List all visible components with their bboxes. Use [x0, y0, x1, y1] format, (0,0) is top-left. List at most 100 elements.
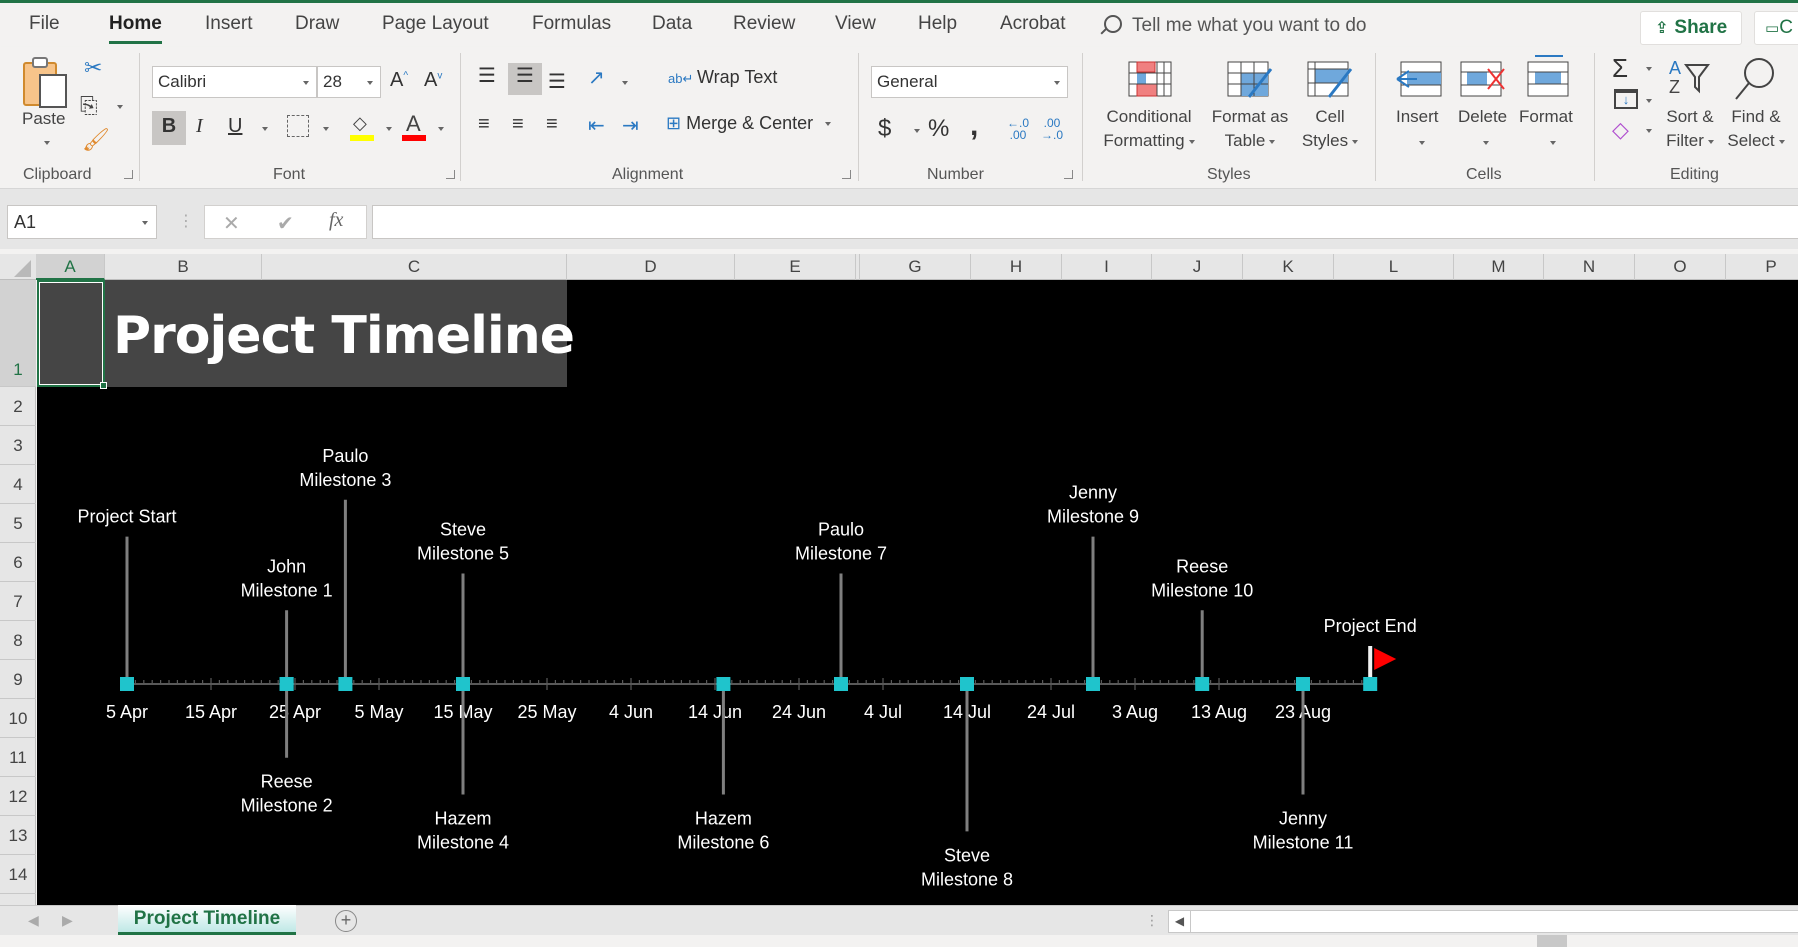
- italic-button[interactable]: I: [196, 115, 203, 138]
- align-right-button[interactable]: ≡: [546, 113, 558, 136]
- currency-dropdown-icon[interactable]: [914, 129, 920, 133]
- delete-cells-icon[interactable]: [1460, 61, 1508, 102]
- decrease-font-size-button[interactable]: Av: [424, 69, 442, 92]
- insert-dropdown-icon[interactable]: [1419, 141, 1425, 145]
- clipboard-launcher-icon[interactable]: [124, 170, 133, 179]
- add-sheet-button[interactable]: +: [335, 910, 357, 932]
- bold-button[interactable]: B: [152, 111, 186, 145]
- decrease-decimal-button[interactable]: .00 →.0: [1038, 117, 1066, 141]
- tab-help[interactable]: Help: [918, 13, 957, 35]
- column-header[interactable]: L: [1334, 254, 1454, 280]
- row-header[interactable]: 14: [0, 855, 36, 894]
- font-size-combo[interactable]: 28: [317, 66, 381, 98]
- borders-icon[interactable]: [287, 115, 309, 137]
- comma-style-button[interactable]: ,: [970, 109, 978, 143]
- row-header[interactable]: 13: [0, 816, 36, 855]
- row-header[interactable]: 2: [0, 387, 36, 426]
- copy-dropdown-icon[interactable]: [117, 105, 123, 109]
- page-break-view-button[interactable]: [1635, 935, 1665, 947]
- share-button[interactable]: ⇪ Share: [1640, 11, 1742, 45]
- fill-color-button[interactable]: ◇: [350, 113, 374, 141]
- column-header[interactable]: B: [105, 254, 262, 280]
- insert-cells-icon[interactable]: [1395, 61, 1443, 102]
- paste-button[interactable]: Paste: [22, 107, 65, 131]
- tab-data[interactable]: Data: [652, 13, 692, 35]
- wrap-text-button[interactable]: ab↵ Wrap Text: [668, 67, 777, 88]
- copy-icon[interactable]: ⎘: [80, 93, 98, 119]
- underline-dropdown-icon[interactable]: [262, 127, 268, 131]
- cell-styles-icon[interactable]: [1307, 61, 1353, 106]
- column-header[interactable]: M: [1454, 254, 1544, 280]
- cell-styles-button[interactable]: Cell Styles: [1294, 105, 1366, 153]
- percent-button[interactable]: %: [928, 115, 949, 143]
- cancel-icon[interactable]: ✕: [223, 211, 240, 236]
- column-header[interactable]: G: [860, 254, 971, 280]
- insert-cells-button[interactable]: Insert: [1396, 105, 1439, 129]
- next-sheet-icon[interactable]: ▶: [62, 912, 73, 929]
- row-header[interactable]: 12: [0, 777, 36, 816]
- delete-cells-button[interactable]: Delete: [1458, 105, 1507, 129]
- middle-align-button[interactable]: ☰: [508, 63, 542, 95]
- align-center-button[interactable]: ≡: [512, 113, 524, 136]
- align-left-button[interactable]: ≡: [478, 113, 490, 136]
- delete-dropdown-icon[interactable]: [1483, 141, 1489, 145]
- row-header[interactable]: 5: [0, 504, 36, 543]
- conditional-formatting-icon[interactable]: [1128, 61, 1172, 102]
- row-header[interactable]: 8: [0, 621, 36, 660]
- decrease-indent-button[interactable]: ⇤: [588, 113, 605, 138]
- column-header[interactable]: C: [262, 254, 567, 280]
- row-header[interactable]: 3: [0, 426, 36, 465]
- comments-button[interactable]: ▭C: [1754, 11, 1798, 45]
- formula-bar-grip-icon[interactable]: ⋮: [178, 211, 194, 231]
- format-cells-button[interactable]: Format: [1519, 105, 1573, 129]
- select-all-button[interactable]: [0, 254, 36, 280]
- clear-dropdown-icon[interactable]: [1646, 129, 1652, 133]
- tab-review[interactable]: Review: [733, 13, 795, 35]
- paste-dropdown-icon[interactable]: [44, 141, 50, 145]
- row-header[interactable]: 7: [0, 582, 36, 621]
- sort-filter-button[interactable]: Sort & Filter: [1660, 105, 1720, 153]
- prev-sheet-icon[interactable]: ◀: [28, 912, 39, 929]
- format-dropdown-icon[interactable]: [1550, 141, 1556, 145]
- number-launcher-icon[interactable]: [1064, 170, 1073, 179]
- font-name-combo[interactable]: Calibri: [152, 66, 317, 98]
- find-icon[interactable]: [1733, 55, 1777, 106]
- number-format-combo[interactable]: General: [871, 66, 1068, 98]
- format-painter-icon[interactable]: 🖌: [82, 127, 110, 153]
- column-header[interactable]: O: [1635, 254, 1726, 280]
- font-color-dropdown-icon[interactable]: [438, 127, 444, 131]
- formula-input[interactable]: [372, 205, 1798, 239]
- row-header[interactable]: 4: [0, 465, 36, 504]
- scroll-left-icon[interactable]: ◀: [1169, 911, 1191, 932]
- row-header[interactable]: 1: [0, 280, 36, 387]
- tab-page-layout[interactable]: Page Layout: [382, 13, 489, 35]
- tell-me-search[interactable]: Tell me what you want to do: [1104, 15, 1366, 37]
- tab-file[interactable]: File: [29, 13, 60, 35]
- format-as-table-icon[interactable]: [1227, 61, 1273, 106]
- fill-dropdown-icon[interactable]: [1646, 99, 1652, 103]
- font-color-button[interactable]: A: [402, 111, 426, 141]
- fill-color-dropdown-icon[interactable]: [386, 127, 392, 131]
- autosum-button[interactable]: Σ: [1612, 53, 1628, 84]
- page-layout-view-button[interactable]: [1590, 935, 1620, 947]
- column-header[interactable]: A: [36, 254, 105, 280]
- alignment-launcher-icon[interactable]: [842, 170, 851, 179]
- tab-formulas[interactable]: Formulas: [532, 13, 611, 35]
- worksheet-grid[interactable]: Project Timeline 5 Apr 15 Apr 25 Apr 5 May 1…: [37, 280, 1798, 905]
- tab-view[interactable]: View: [835, 13, 876, 35]
- column-header[interactable]: D: [567, 254, 735, 280]
- column-header[interactable]: N: [1544, 254, 1635, 280]
- row-header[interactable]: 10: [0, 699, 36, 738]
- sheet-tab-project-timeline[interactable]: Project Timeline: [118, 905, 296, 935]
- find-select-button[interactable]: Find & Select: [1725, 105, 1787, 153]
- column-header[interactable]: I: [1062, 254, 1152, 280]
- horizontal-scrollbar[interactable]: ◀: [1168, 910, 1798, 933]
- row-header[interactable]: 11: [0, 738, 36, 777]
- clear-eraser-icon[interactable]: ◇: [1612, 117, 1629, 143]
- tab-split-grip-icon[interactable]: ⋮: [1145, 912, 1159, 929]
- column-header[interactable]: P: [1726, 254, 1798, 280]
- conditional-formatting-button[interactable]: Conditional Formatting: [1099, 105, 1199, 153]
- tab-acrobat[interactable]: Acrobat: [1000, 13, 1065, 35]
- cut-icon[interactable]: ✂: [84, 55, 102, 81]
- tab-draw[interactable]: Draw: [295, 13, 339, 35]
